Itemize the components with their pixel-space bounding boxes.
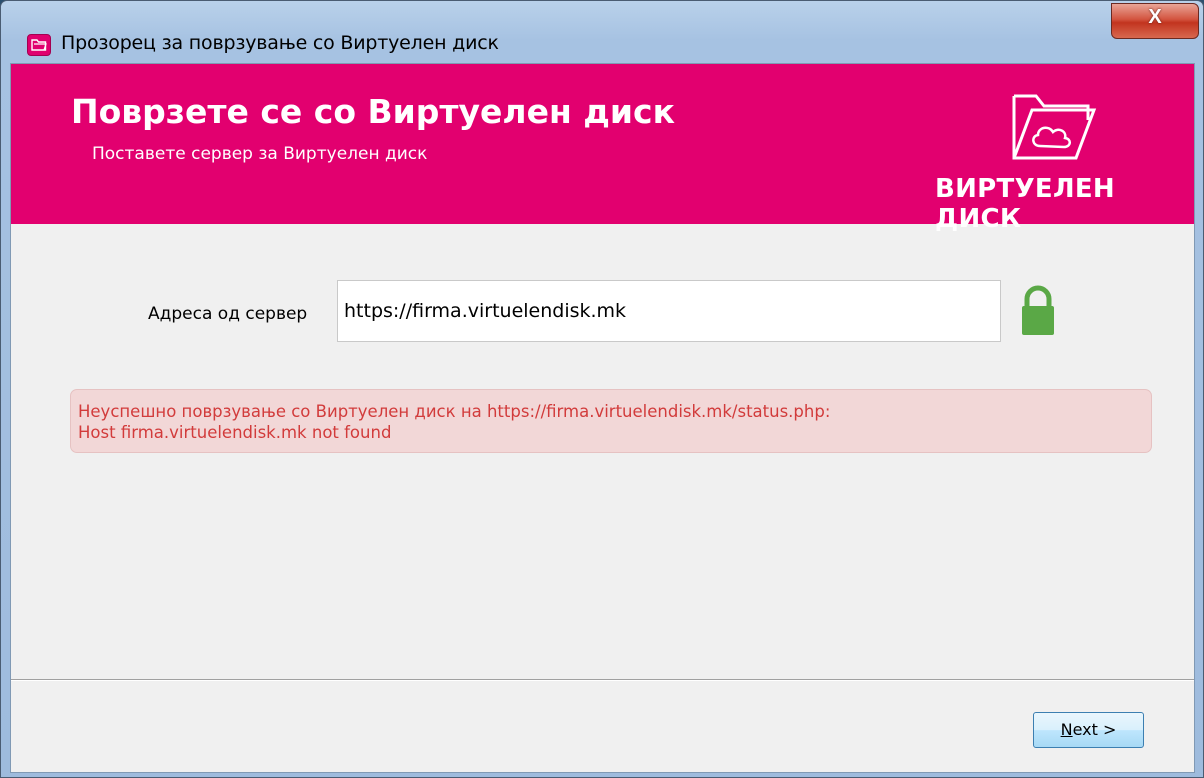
next-mnemonic: N xyxy=(1060,720,1073,739)
close-icon: X xyxy=(1148,6,1162,28)
logo-wordmark: ВИРТУЕЛЕН ДИСК xyxy=(935,174,1115,234)
lock-icon xyxy=(1022,285,1054,335)
wizard-page: Поврзете се со Виртуелен диск Поставете … xyxy=(10,63,1195,773)
next-button[interactable]: Next > xyxy=(1033,712,1144,748)
cloud-folder-icon xyxy=(1012,94,1097,160)
connection-wizard-window: Прозорец за поврзување со Виртуелен диск… xyxy=(0,0,1204,778)
error-message: Неуспешно поврзување со Виртуелен диск н… xyxy=(70,389,1152,453)
page-title: Поврзете се со Виртуелен диск xyxy=(71,92,675,131)
error-line-2: Host firma.virtuelendisk.mk not found xyxy=(78,423,392,442)
next-label: ext > xyxy=(1072,720,1117,739)
app-folder-icon xyxy=(27,34,51,56)
title-bar[interactable]: Прозорец за поврзување со Виртуелен диск… xyxy=(1,1,1203,56)
server-address-label: Адреса од сервер xyxy=(148,304,308,324)
footer-divider xyxy=(11,679,1194,681)
page-subtitle: Поставете сервер за Виртуелен диск xyxy=(92,144,428,164)
close-button[interactable]: X xyxy=(1111,3,1199,39)
error-line-1: Неуспешно поврзување со Виртуелен диск н… xyxy=(78,402,831,421)
header-banner: Поврзете се со Виртуелен диск Поставете … xyxy=(11,64,1194,234)
server-address-input[interactable] xyxy=(337,280,1001,342)
window-title: Прозорец за поврзување со Виртуелен диск xyxy=(61,32,499,54)
